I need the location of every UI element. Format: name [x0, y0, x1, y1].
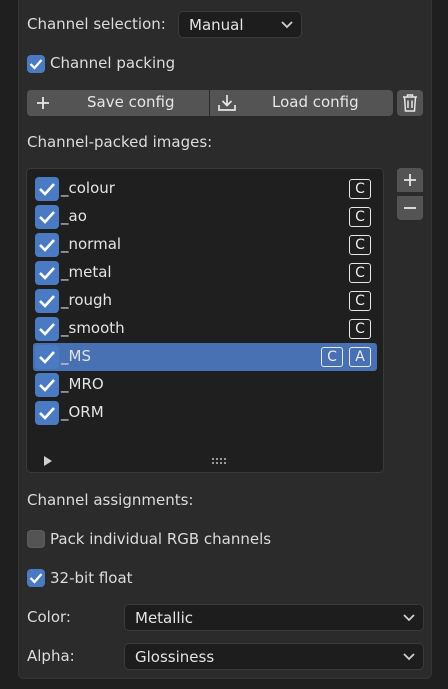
checkmark-icon: [39, 239, 55, 252]
delete-config-button[interactable]: [397, 90, 423, 116]
image-list-item[interactable]: _colour C: [33, 175, 377, 203]
alpha-channel-badge: A: [349, 347, 371, 367]
image-list-item-label: _rough: [61, 291, 113, 309]
images-heading: Channel-packed images:: [27, 133, 213, 151]
checkmark-icon: [39, 267, 55, 280]
image-list-item-label: _smooth: [61, 319, 125, 337]
assignments-heading: Channel assignments:: [27, 491, 194, 509]
channel-selection-label: Channel selection:: [27, 15, 166, 33]
channel-selection-value: Manual: [189, 15, 244, 34]
channel-packing-label: Channel packing: [50, 54, 176, 72]
image-list-item-label: _metal: [61, 263, 112, 281]
expand-arrow-icon[interactable]: [44, 456, 52, 466]
image-list-item-label: _colour: [61, 179, 115, 197]
checkmark-icon: [39, 351, 55, 364]
image-list-item[interactable]: _rough C: [33, 287, 377, 315]
image-enabled-checkbox[interactable]: [35, 261, 59, 285]
alpha-dropdown[interactable]: Glossiness: [124, 643, 424, 670]
resize-grip-icon[interactable]: [211, 456, 227, 466]
image-list-item[interactable]: _metal C: [33, 259, 377, 287]
checkmark-icon: [29, 59, 43, 70]
minus-icon: [404, 207, 416, 209]
color-channel-badge: C: [349, 207, 371, 227]
color-channel-badge: C: [349, 291, 371, 311]
color-channel-badge: C: [349, 319, 371, 339]
checkmark-icon: [39, 211, 55, 224]
color-channel-badge: C: [349, 263, 371, 283]
checkmark-icon: [39, 407, 55, 420]
channel-packing-checkbox[interactable]: [27, 55, 45, 73]
color-channel-badge: C: [349, 179, 371, 199]
image-enabled-checkbox[interactable]: [35, 401, 59, 425]
color-value: Metallic: [135, 608, 193, 627]
image-enabled-checkbox[interactable]: [35, 177, 59, 201]
image-enabled-checkbox[interactable]: [35, 317, 59, 341]
checkmark-icon: [39, 183, 55, 196]
image-list-item[interactable]: _MRO: [33, 371, 377, 399]
color-channel-badge: C: [321, 347, 343, 367]
image-list-item-label: _ao: [61, 207, 87, 225]
save-config-button[interactable]: Save config: [27, 90, 209, 116]
image-list-item[interactable]: _ao C: [33, 203, 377, 231]
plus-icon: [37, 97, 49, 109]
image-enabled-checkbox[interactable]: [35, 289, 59, 313]
image-enabled-checkbox[interactable]: [35, 205, 59, 229]
load-config-button[interactable]: Load config: [210, 90, 393, 116]
checkmark-icon: [29, 573, 43, 584]
image-enabled-checkbox[interactable]: [35, 345, 59, 369]
trash-icon: [403, 94, 417, 112]
image-list-item-label: _normal: [61, 235, 122, 253]
load-config-label: Load config: [272, 93, 359, 111]
float32-label: 32-bit float: [50, 569, 133, 587]
checkmark-icon: [39, 323, 55, 336]
image-enabled-checkbox[interactable]: [35, 373, 59, 397]
chevron-down-icon: [281, 20, 293, 28]
image-enabled-checkbox[interactable]: [35, 233, 59, 257]
image-list-item-label: _MRO: [61, 375, 104, 393]
checkmark-icon: [39, 379, 55, 392]
chevron-down-icon: [403, 652, 415, 660]
color-channel-badge: C: [349, 235, 371, 255]
float32-checkbox[interactable]: [27, 569, 45, 587]
plus-icon: [404, 174, 416, 186]
download-icon: [218, 95, 236, 111]
chevron-down-icon: [403, 613, 415, 621]
remove-image-button[interactable]: [397, 196, 423, 220]
image-list-item-label: _ORM: [61, 403, 104, 421]
image-list-item[interactable]: _normal C: [33, 231, 377, 259]
pack-rgb-label: Pack individual RGB channels: [50, 530, 272, 548]
save-config-label: Save config: [87, 93, 175, 111]
alpha-value: Glossiness: [135, 647, 215, 666]
pack-rgb-checkbox[interactable]: [27, 530, 45, 548]
color-dropdown[interactable]: Metallic: [124, 604, 424, 631]
checkmark-icon: [39, 295, 55, 308]
image-list-item[interactable]: _smooth C: [33, 315, 377, 343]
image-list-item-label: _MS: [61, 347, 91, 365]
image-list-item[interactable]: _ORM: [33, 399, 377, 427]
images-list: _colour C _ao C _normal C _metal C _rough C _smoot…: [26, 168, 384, 473]
add-image-button[interactable]: [397, 168, 423, 192]
alpha-label: Alpha:: [27, 647, 75, 665]
color-label: Color:: [27, 608, 71, 626]
image-list-item[interactable]: _MS C A: [33, 343, 377, 371]
channel-selection-dropdown[interactable]: Manual: [178, 11, 302, 38]
